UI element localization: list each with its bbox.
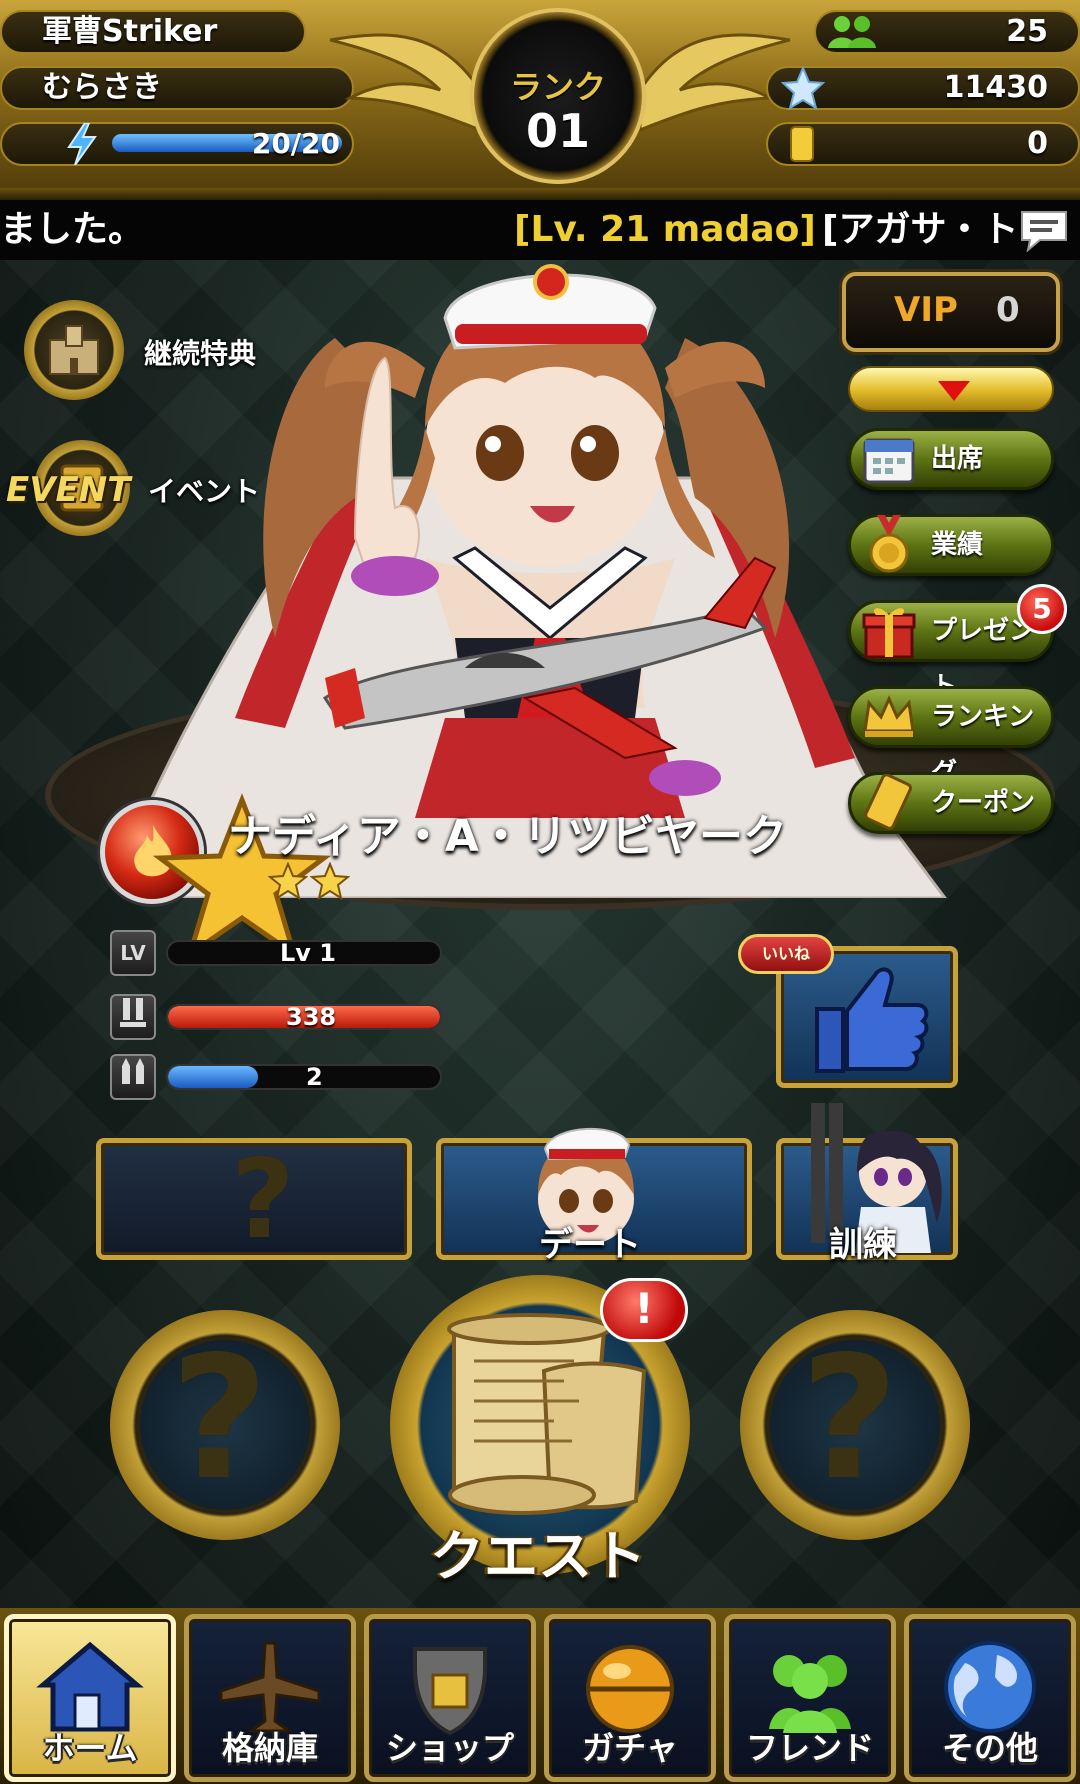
missile-icon (110, 1054, 156, 1100)
calendar-icon (857, 427, 921, 491)
down-arrow-icon (938, 381, 970, 401)
tickets-count-pill: 0 (766, 122, 1080, 166)
date-label: デート (539, 1225, 641, 1265)
friends-icon (769, 1655, 851, 1733)
level-value: Lv 1 (280, 940, 336, 966)
player-title: 軍曹Striker (0, 10, 306, 54)
rank-value: 01 (525, 104, 590, 158)
locked-left-gear[interactable]: ? (110, 1310, 340, 1540)
quest-alert-badge: ! (600, 1278, 688, 1342)
friends-count: 25 (1006, 14, 1048, 49)
rank-emblem[interactable]: ランク 01 (470, 8, 646, 184)
player-name: むらさき (0, 66, 354, 110)
vip-value: 0 (996, 290, 1020, 330)
coupon-label: クーポン (931, 788, 1036, 818)
ranking-button[interactable]: ランキング (848, 685, 1054, 788)
nav-shop[interactable]: ショップ (364, 1614, 536, 1782)
level-bar: Lv 1 (166, 940, 442, 966)
present-count-badge: 5 (1017, 584, 1067, 634)
rarity-stars (268, 862, 350, 902)
level-icon: LV (110, 930, 156, 976)
nav-other[interactable]: その他 (904, 1614, 1076, 1782)
nav-hangar[interactable]: 格納庫 (184, 1614, 356, 1782)
quest-label: クエスト (430, 1525, 646, 1588)
shop-icon (413, 1647, 487, 1736)
gold-ticket-icon (782, 120, 822, 168)
gift-icon (857, 599, 921, 663)
nav-hangar-label: 格納庫 (221, 1729, 318, 1767)
like-badge: いいね (738, 934, 834, 974)
coupon-icon (857, 771, 921, 835)
gacha-icon (586, 1645, 674, 1733)
energy-pill: 20/20 (0, 122, 354, 166)
energy-value: 20/20 (251, 127, 340, 160)
stones-count: 11430 (943, 70, 1048, 105)
locked-right-gear[interactable]: ? (740, 1310, 970, 1540)
friends-count-pill: 25 (814, 10, 1080, 54)
medal-icon (857, 513, 921, 577)
attendance-label: 出席 (931, 444, 984, 474)
nav-friends[interactable]: フレンド (724, 1614, 896, 1782)
hp-bar: 338 (166, 1004, 442, 1030)
locked-right-question-mark: ? (800, 1320, 899, 1518)
nav-home-label: ホーム (42, 1729, 138, 1767)
ticker-player-highlight: [Lv. 21 madao] (514, 209, 816, 250)
date-button[interactable]: デート (436, 1127, 752, 1265)
mp-fill (168, 1066, 258, 1088)
globe-icon (944, 1641, 1036, 1733)
login-bonus-button[interactable] (24, 300, 124, 400)
nav-home[interactable]: ホーム (4, 1614, 176, 1782)
attack-icon (110, 994, 156, 1040)
vip-label: VIP (894, 290, 958, 330)
stones-count-pill: 11430 (766, 66, 1080, 110)
vip-status-button[interactable]: VIP 0 (842, 272, 1060, 352)
home-icon (36, 1641, 144, 1732)
tickets-count: 0 (1027, 126, 1048, 161)
rank-label: ランク (509, 68, 606, 106)
attendance-button[interactable]: 出席 (848, 428, 1054, 490)
mp-value: 2 (306, 1064, 323, 1090)
event-badge-text: EVENT (6, 470, 131, 510)
training-label: 訓練 (829, 1225, 897, 1265)
left-wing-decoration (330, 33, 480, 132)
game-home-screen: 軍曹Striker むらさき 20/20 ランク 01 25 11430 0 ま… (0, 0, 1080, 1784)
nav-friends-label: フレンド (745, 1729, 874, 1767)
castle-icon (49, 325, 99, 375)
mp-bar: 2 (166, 1064, 442, 1090)
scroll-icon (447, 1313, 647, 1515)
nav-gacha-label: ガチャ (582, 1729, 678, 1767)
coupon-button[interactable]: クーポン (848, 772, 1054, 834)
crown-icon (857, 685, 921, 749)
plane-icon (219, 1641, 321, 1733)
lightning-icon (60, 122, 104, 166)
thumbs-up-icon (815, 967, 929, 1073)
unit-name: ナディア・A・リツビヤーク (228, 811, 787, 862)
friends-icon (822, 10, 882, 54)
nav-shop-label: ショップ (385, 1729, 514, 1767)
star-icon (268, 862, 308, 900)
chat-ticker[interactable]: ました。 [Lv. 21 madao] [アガサ・ト (0, 200, 1080, 260)
bottom-navigation: ホーム 格納庫 ショップ ガチャ フレンド その他 (0, 1608, 1080, 1784)
star-crystal-icon (778, 64, 828, 112)
ticker-text-right: [アガサ・ト (822, 209, 1019, 250)
achievements-button[interactable]: 業績 (848, 514, 1054, 576)
star-icon (310, 862, 350, 900)
ticker-text-left: ました。 (0, 209, 145, 250)
locked-left-question-mark: ? (170, 1320, 269, 1518)
training-button[interactable]: 訓練 (776, 1103, 958, 1265)
nav-other-label: その他 (941, 1729, 1038, 1767)
locked-question-mark: ? (231, 1135, 295, 1263)
achievements-label: 業績 (931, 530, 984, 560)
hp-value: 338 (286, 1004, 337, 1030)
status-header: 軍曹Striker むらさき 20/20 ランク 01 25 11430 0 (0, 0, 1080, 200)
locked-slot-card[interactable]: ? (96, 1135, 412, 1263)
menu-collapse-button[interactable] (848, 366, 1054, 412)
chat-bubble-icon[interactable] (1018, 208, 1070, 254)
nav-gacha[interactable]: ガチャ (544, 1614, 716, 1782)
